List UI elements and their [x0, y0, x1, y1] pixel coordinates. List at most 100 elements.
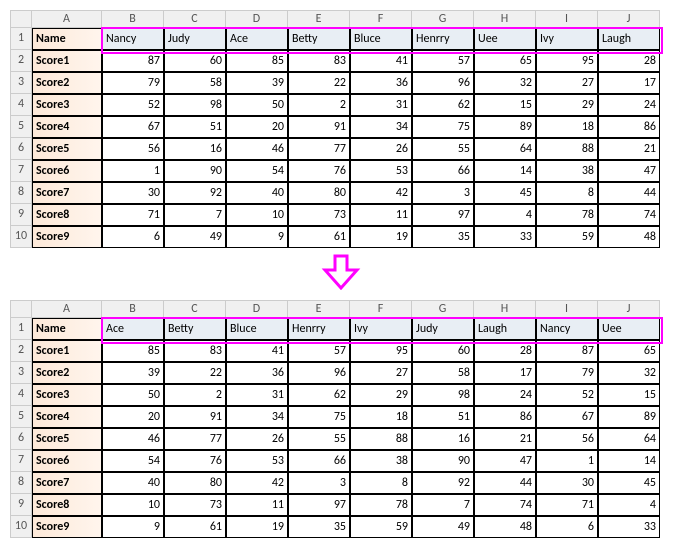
cell-value[interactable]: 26 — [226, 428, 288, 450]
cell-value[interactable]: 87 — [102, 50, 164, 72]
cell-value[interactable]: 71 — [536, 494, 598, 516]
cell-value[interactable]: 3 — [412, 182, 474, 204]
cell-value[interactable]: 57 — [412, 50, 474, 72]
column-header[interactable]: I — [536, 10, 598, 28]
cell-value[interactable]: 62 — [412, 94, 474, 116]
column-header[interactable]: G — [412, 10, 474, 28]
cell-score-label[interactable]: Score5 — [32, 428, 102, 450]
cell-value[interactable]: 67 — [102, 116, 164, 138]
cell-person-name[interactable]: Bluce — [226, 318, 288, 340]
row-header[interactable]: 3 — [10, 72, 32, 94]
cell-value[interactable]: 85 — [102, 340, 164, 362]
cell-value[interactable]: 96 — [288, 362, 350, 384]
row-header[interactable]: 2 — [10, 340, 32, 362]
cell-score-label[interactable]: Score3 — [32, 94, 102, 116]
cell-value[interactable]: 9 — [226, 226, 288, 248]
cell-value[interactable]: 88 — [350, 428, 412, 450]
cell-value[interactable]: 62 — [288, 384, 350, 406]
column-header[interactable]: G — [412, 300, 474, 318]
cell-value[interactable]: 51 — [412, 406, 474, 428]
cell-value[interactable]: 61 — [164, 516, 226, 538]
cell-person-name[interactable]: Nancy — [536, 318, 598, 340]
cell-person-name[interactable]: Ace — [226, 28, 288, 50]
cell-value[interactable]: 60 — [412, 340, 474, 362]
cell-value[interactable]: 36 — [350, 72, 412, 94]
cell-value[interactable]: 8 — [350, 472, 412, 494]
cell-value[interactable]: 3 — [288, 472, 350, 494]
cell-score-label[interactable]: Score7 — [32, 472, 102, 494]
cell-value[interactable]: 41 — [350, 50, 412, 72]
row-header[interactable]: 9 — [10, 204, 32, 226]
cell-value[interactable]: 2 — [164, 384, 226, 406]
cell-value[interactable]: 98 — [164, 94, 226, 116]
cell-person-name[interactable]: Betty — [164, 318, 226, 340]
column-header[interactable]: J — [598, 10, 660, 28]
cell-value[interactable]: 10 — [102, 494, 164, 516]
row-header[interactable]: 8 — [10, 182, 32, 204]
cell-value[interactable]: 9 — [102, 516, 164, 538]
cell-person-name[interactable]: Uee — [474, 28, 536, 50]
cell-value[interactable]: 17 — [474, 362, 536, 384]
cell-value[interactable]: 47 — [598, 160, 660, 182]
row-header[interactable]: 1 — [10, 28, 32, 50]
cell-person-name[interactable]: Judy — [412, 318, 474, 340]
cell-value[interactable]: 50 — [226, 94, 288, 116]
row-header[interactable]: 7 — [10, 450, 32, 472]
row-header[interactable]: 4 — [10, 384, 32, 406]
row-header[interactable]: 2 — [10, 50, 32, 72]
cell-score-label[interactable]: Score1 — [32, 50, 102, 72]
cell-value[interactable]: 97 — [412, 204, 474, 226]
cell-name-header[interactable]: Name — [32, 28, 102, 50]
cell-value[interactable]: 28 — [474, 340, 536, 362]
cell-value[interactable]: 40 — [102, 472, 164, 494]
cell-value[interactable]: 59 — [536, 226, 598, 248]
cell-value[interactable]: 59 — [350, 516, 412, 538]
cell-value[interactable]: 86 — [474, 406, 536, 428]
cell-value[interactable]: 60 — [164, 50, 226, 72]
cell-value[interactable]: 11 — [226, 494, 288, 516]
cell-value[interactable]: 65 — [474, 50, 536, 72]
cell-score-label[interactable]: Score8 — [32, 204, 102, 226]
cell-value[interactable]: 74 — [598, 204, 660, 226]
cell-value[interactable]: 83 — [288, 50, 350, 72]
row-header[interactable]: 1 — [10, 318, 32, 340]
cell-value[interactable]: 50 — [102, 384, 164, 406]
cell-value[interactable]: 38 — [350, 450, 412, 472]
cell-value[interactable]: 91 — [288, 116, 350, 138]
cell-value[interactable]: 77 — [288, 138, 350, 160]
cell-value[interactable]: 54 — [102, 450, 164, 472]
cell-value[interactable]: 14 — [474, 160, 536, 182]
cell-value[interactable]: 61 — [288, 226, 350, 248]
cell-value[interactable]: 65 — [598, 340, 660, 362]
cell-value[interactable]: 30 — [102, 182, 164, 204]
cell-value[interactable]: 42 — [350, 182, 412, 204]
cell-value[interactable]: 15 — [474, 94, 536, 116]
cell-person-name[interactable]: Henrry — [288, 318, 350, 340]
cell-value[interactable]: 39 — [102, 362, 164, 384]
cell-value[interactable]: 58 — [164, 72, 226, 94]
cell-value[interactable]: 73 — [164, 494, 226, 516]
cell-value[interactable]: 88 — [536, 138, 598, 160]
cell-value[interactable]: 95 — [350, 340, 412, 362]
cell-value[interactable]: 11 — [350, 204, 412, 226]
cell-value[interactable]: 56 — [536, 428, 598, 450]
cell-value[interactable]: 4 — [598, 494, 660, 516]
column-header[interactable]: C — [164, 300, 226, 318]
cell-score-label[interactable]: Score4 — [32, 116, 102, 138]
row-header[interactable]: 10 — [10, 516, 32, 538]
cell-value[interactable]: 30 — [536, 472, 598, 494]
cell-value[interactable]: 1 — [102, 160, 164, 182]
cell-value[interactable]: 74 — [474, 494, 536, 516]
cell-value[interactable]: 49 — [164, 226, 226, 248]
cell-value[interactable]: 83 — [164, 340, 226, 362]
cell-value[interactable]: 21 — [598, 138, 660, 160]
cell-value[interactable]: 7 — [164, 204, 226, 226]
cell-value[interactable]: 20 — [226, 116, 288, 138]
cell-value[interactable]: 39 — [226, 72, 288, 94]
cell-value[interactable]: 46 — [102, 428, 164, 450]
cell-value[interactable]: 18 — [350, 406, 412, 428]
cell-value[interactable]: 2 — [288, 94, 350, 116]
cell-value[interactable]: 21 — [474, 428, 536, 450]
cell-person-name[interactable]: Nancy — [102, 28, 164, 50]
cell-value[interactable]: 58 — [412, 362, 474, 384]
